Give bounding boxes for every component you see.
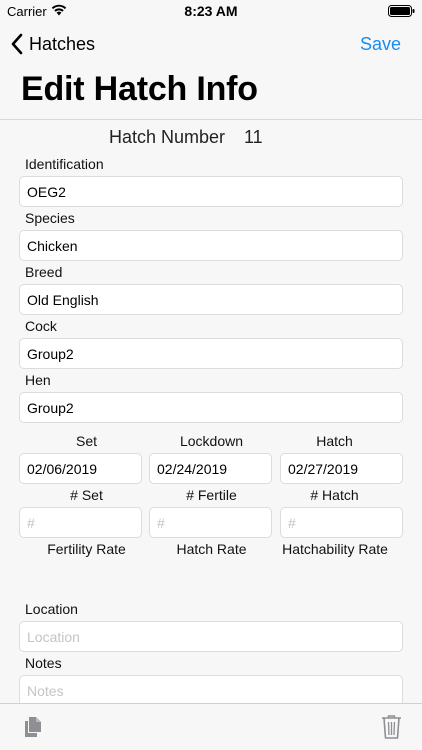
- location-label: Location: [25, 601, 78, 617]
- hatchability-rate-label: Hatchability Rate: [282, 541, 388, 557]
- trash-icon[interactable]: [381, 714, 402, 740]
- set-date-field[interactable]: [19, 453, 142, 484]
- fertile-count-field[interactable]: [149, 507, 272, 538]
- hen-field[interactable]: [19, 392, 403, 423]
- hatch-number-label: Hatch Number: [109, 127, 226, 147]
- page-title: Edit Hatch Info: [21, 70, 258, 108]
- hatch-rate-label: Hatch Rate: [176, 541, 247, 557]
- cock-label: Cock: [25, 318, 57, 334]
- fertility-rate-label: Fertility Rate: [47, 541, 126, 557]
- battery-icon: [388, 5, 415, 17]
- cock-field[interactable]: [19, 338, 403, 369]
- set-count-field[interactable]: [19, 507, 142, 538]
- lockdown-date-field[interactable]: [149, 453, 272, 484]
- fertile-count-label: # Fertile: [186, 487, 237, 503]
- clock: 8:23 AM: [184, 3, 238, 19]
- hatch-date-label: Hatch: [316, 433, 353, 449]
- set-count-label: # Set: [70, 487, 103, 503]
- status-bar: Carrier 8:23 AM: [0, 0, 422, 22]
- breed-field[interactable]: [19, 284, 403, 315]
- species-label: Species: [25, 210, 75, 226]
- notes-field[interactable]: [19, 675, 403, 706]
- hen-label: Hen: [25, 372, 51, 388]
- copy-icon[interactable]: [23, 716, 43, 738]
- identification-field[interactable]: [19, 176, 403, 207]
- save-button[interactable]: Save: [360, 34, 401, 55]
- species-field[interactable]: [19, 230, 403, 261]
- back-button[interactable]: Hatches: [10, 32, 95, 56]
- hatch-count-field[interactable]: [280, 507, 403, 538]
- hatch-count-label: # Hatch: [310, 487, 359, 503]
- hatch-number-value: 11: [244, 127, 263, 147]
- bottom-toolbar: [0, 703, 422, 750]
- breed-label: Breed: [25, 264, 63, 280]
- set-date-label: Set: [75, 433, 97, 449]
- identification-label: Identification: [25, 156, 104, 172]
- navigation-bar: Hatches Save: [0, 22, 422, 66]
- notes-label: Notes: [25, 655, 62, 671]
- hatch-date-field[interactable]: [280, 453, 403, 484]
- location-field[interactable]: [19, 621, 403, 652]
- lockdown-date-label: Lockdown: [179, 433, 244, 449]
- divider: [0, 119, 422, 120]
- back-button-label: Hatches: [29, 33, 96, 54]
- chevron-left-icon: [11, 33, 23, 55]
